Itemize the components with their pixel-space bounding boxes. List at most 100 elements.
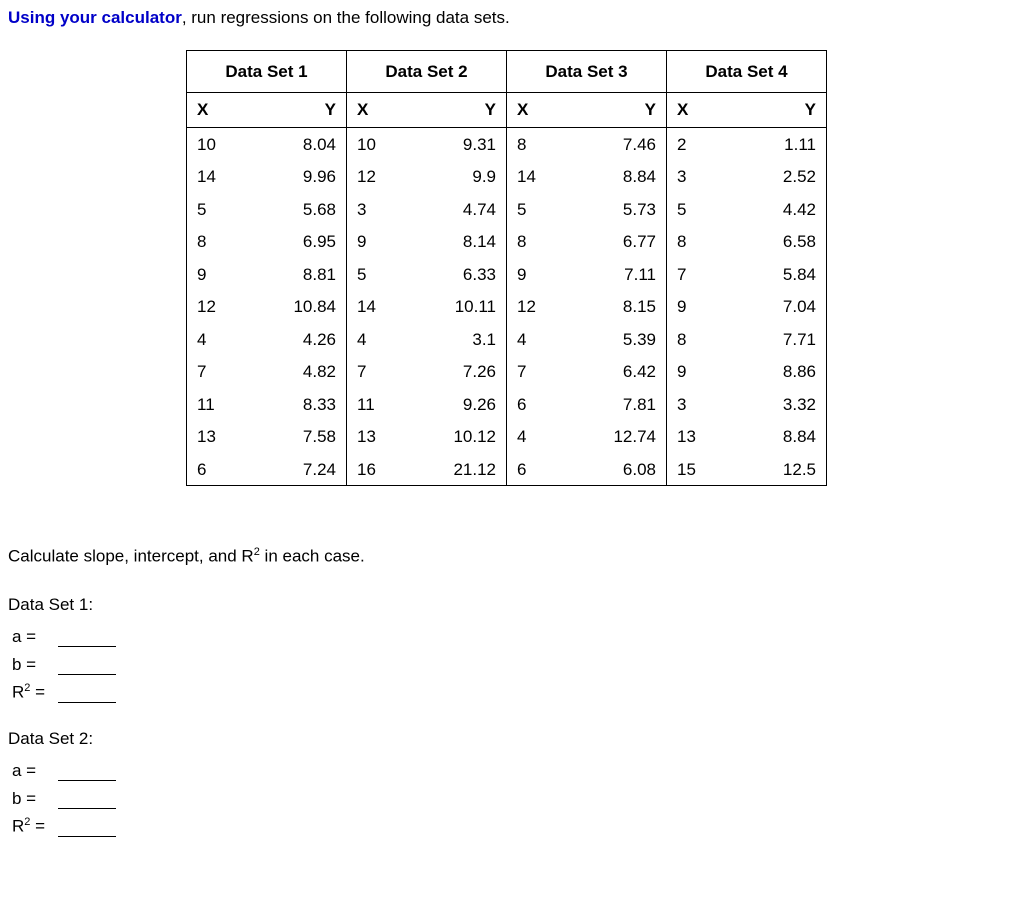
cell-y: 7.81 [567, 388, 667, 421]
cell-x: 9 [347, 225, 407, 258]
cell-x: 11 [347, 388, 407, 421]
answer-row: R2 = [12, 811, 1016, 837]
cell-y: 4.82 [247, 355, 347, 388]
cell-y: 9.31 [407, 127, 507, 160]
cell-y: 8.81 [247, 258, 347, 291]
cell-x: 8 [187, 225, 247, 258]
cell-x: 8 [507, 225, 567, 258]
col-x: X [347, 93, 407, 128]
cell-x: 9 [667, 290, 727, 323]
cell-y: 3.32 [727, 388, 827, 421]
cell-y: 6.95 [247, 225, 347, 258]
cell-y: 6.08 [567, 453, 667, 486]
cell-y: 5.68 [247, 193, 347, 226]
dataset-title: Data Set 2 [347, 50, 507, 93]
cell-y: 7.58 [247, 420, 347, 453]
cell-y: 2.52 [727, 160, 827, 193]
cell-x: 2 [667, 127, 727, 160]
answer-row: a = [12, 621, 1016, 647]
table-row: 149.96129.9148.8432.52 [187, 160, 827, 193]
cell-y: 7.11 [567, 258, 667, 291]
calc-prompt: Calculate slope, intercept, and R2 in ea… [8, 546, 1016, 567]
cell-x: 3 [667, 160, 727, 193]
cell-x: 12 [187, 290, 247, 323]
cell-y: 7.71 [727, 323, 827, 356]
cell-y: 8.33 [247, 388, 347, 421]
col-y: Y [567, 93, 667, 128]
cell-y: 10.84 [247, 290, 347, 323]
cell-y: 7.24 [247, 453, 347, 486]
cell-y: 4.74 [407, 193, 507, 226]
table-row: 74.8277.2676.4298.86 [187, 355, 827, 388]
cell-y: 8.14 [407, 225, 507, 258]
cell-y: 10.11 [407, 290, 507, 323]
cell-y: 7.26 [407, 355, 507, 388]
cell-x: 14 [347, 290, 407, 323]
cell-x: 5 [667, 193, 727, 226]
cell-y: 5.73 [567, 193, 667, 226]
answer-blank[interactable] [58, 656, 116, 675]
col-x: X [667, 93, 727, 128]
answer-row: a = [12, 755, 1016, 781]
cell-x: 12 [507, 290, 567, 323]
cell-x: 12 [347, 160, 407, 193]
answer-group-title: Data Set 1: [8, 595, 1016, 615]
cell-y: 7.04 [727, 290, 827, 323]
answer-blank[interactable] [58, 790, 116, 809]
answer-blank[interactable] [58, 762, 116, 781]
dataset-title: Data Set 4 [667, 50, 827, 93]
table-row: 55.6834.7455.7354.42 [187, 193, 827, 226]
cell-y: 21.12 [407, 453, 507, 486]
cell-y: 7.46 [567, 127, 667, 160]
cell-y: 12.74 [567, 420, 667, 453]
cell-y: 1.11 [727, 127, 827, 160]
cell-x: 4 [507, 323, 567, 356]
cell-x: 9 [187, 258, 247, 291]
answer-label: a = [12, 761, 58, 781]
table-row: 86.9598.1486.7786.58 [187, 225, 827, 258]
cell-x: 6 [187, 453, 247, 486]
cell-x: 3 [347, 193, 407, 226]
cell-y: 8.86 [727, 355, 827, 388]
cell-y: 6.77 [567, 225, 667, 258]
answer-label: b = [12, 655, 58, 675]
table-row: 98.8156.3397.1175.84 [187, 258, 827, 291]
cell-x: 5 [347, 258, 407, 291]
cell-x: 11 [187, 388, 247, 421]
answer-blank[interactable] [58, 684, 116, 703]
cell-y: 8.04 [247, 127, 347, 160]
cell-x: 16 [347, 453, 407, 486]
col-y: Y [247, 93, 347, 128]
col-x: X [507, 93, 567, 128]
answer-row: b = [12, 649, 1016, 675]
cell-y: 8.15 [567, 290, 667, 323]
instruction-rest: , run regressions on the following data … [182, 8, 510, 27]
table-row: 1210.841410.11128.1597.04 [187, 290, 827, 323]
cell-x: 7 [667, 258, 727, 291]
cell-y: 6.58 [727, 225, 827, 258]
cell-x: 9 [667, 355, 727, 388]
cell-x: 10 [187, 127, 247, 160]
cell-y: 4.42 [727, 193, 827, 226]
answer-blank[interactable] [58, 628, 116, 647]
answer-label: a = [12, 627, 58, 647]
answer-group: Data Set 1: a = b = R2 = [8, 595, 1016, 703]
table-row: 137.581310.12412.74138.84 [187, 420, 827, 453]
col-x: X [187, 93, 247, 128]
cell-x: 13 [187, 420, 247, 453]
cell-x: 14 [507, 160, 567, 193]
cell-y: 12.5 [727, 453, 827, 486]
cell-x: 7 [507, 355, 567, 388]
cell-x: 4 [507, 420, 567, 453]
answer-label: R2 = [12, 682, 58, 703]
cell-x: 13 [347, 420, 407, 453]
col-y: Y [407, 93, 507, 128]
cell-x: 5 [507, 193, 567, 226]
answer-group: Data Set 2:a =b =R2 = [8, 729, 1016, 837]
cell-y: 6.33 [407, 258, 507, 291]
cell-y: 10.12 [407, 420, 507, 453]
cell-x: 6 [507, 388, 567, 421]
answer-blank[interactable] [58, 818, 116, 837]
data-table: Data Set 1 Data Set 2 Data Set 3 Data Se… [186, 50, 827, 487]
dataset-title: Data Set 1 [187, 50, 347, 93]
